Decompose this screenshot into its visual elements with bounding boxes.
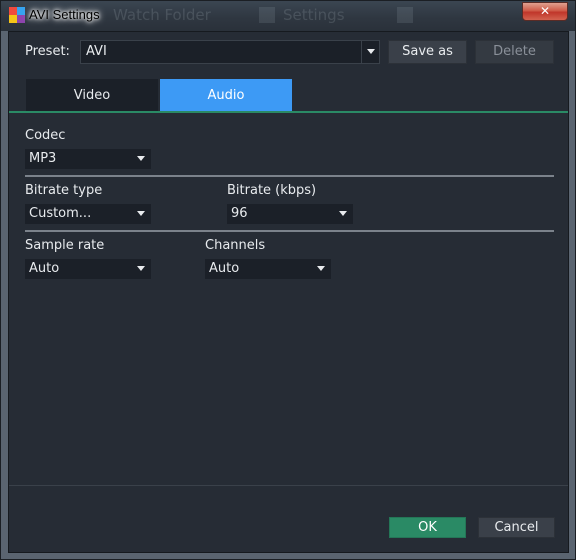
preset-select[interactable]: AVI [80,40,380,64]
title-bar[interactable]: Watch Folder Settings AVI Settings ✕ [1,1,575,31]
ok-button[interactable]: OK [389,517,466,538]
background-ghost-icon [259,7,275,23]
channels-select[interactable]: Auto [205,259,331,279]
section-divider [25,230,554,232]
settings-window: Watch Folder Settings AVI Settings ✕ Pre… [0,0,576,560]
bitrate-type-value: Custom... [29,206,92,221]
tab-video[interactable]: Video [26,79,158,112]
chevron-down-icon [137,266,145,271]
tab-underline [9,111,568,113]
movavi-app-icon [9,7,25,23]
channels-label: Channels [205,238,266,253]
chevron-down-icon [339,211,347,216]
bitrate-select[interactable]: 96 [227,204,353,224]
chevron-down-icon [137,211,145,216]
footer-divider [9,485,568,486]
bitrate-type-select[interactable]: Custom... [25,204,151,224]
delete-button[interactable]: Delete [475,40,554,64]
channels-value: Auto [209,261,240,276]
window-title: AVI Settings [29,7,100,22]
codec-value: MP3 [29,151,57,166]
bitrate-value: 96 [231,206,248,221]
background-ghost-text: Settings [283,6,345,24]
background-ghost-icon [397,7,413,23]
cancel-button[interactable]: Cancel [478,517,555,538]
chevron-down-icon [367,49,375,54]
background-ghost-text: Watch Folder [113,6,211,24]
codec-label: Codec [25,128,66,143]
save-as-button[interactable]: Save as [388,40,467,64]
close-icon: ✕ [539,4,551,18]
close-button[interactable]: ✕ [522,2,568,21]
dialog-body: Preset: AVI Save as Delete Video Audio C… [8,31,569,553]
chevron-down-icon [137,156,145,161]
sample-rate-label: Sample rate [25,238,105,253]
codec-select[interactable]: MP3 [25,149,151,169]
preset-value: AVI [86,44,107,59]
bitrate-type-label: Bitrate type [25,183,103,198]
preset-label: Preset: [25,44,70,59]
section-divider [25,175,554,177]
sample-rate-select[interactable]: Auto [25,259,151,279]
bitrate-label: Bitrate (kbps) [227,183,317,198]
chevron-down-icon [317,266,325,271]
preset-dropdown-button[interactable] [361,41,379,63]
tab-audio[interactable]: Audio [160,79,292,112]
sample-rate-value: Auto [29,261,60,276]
